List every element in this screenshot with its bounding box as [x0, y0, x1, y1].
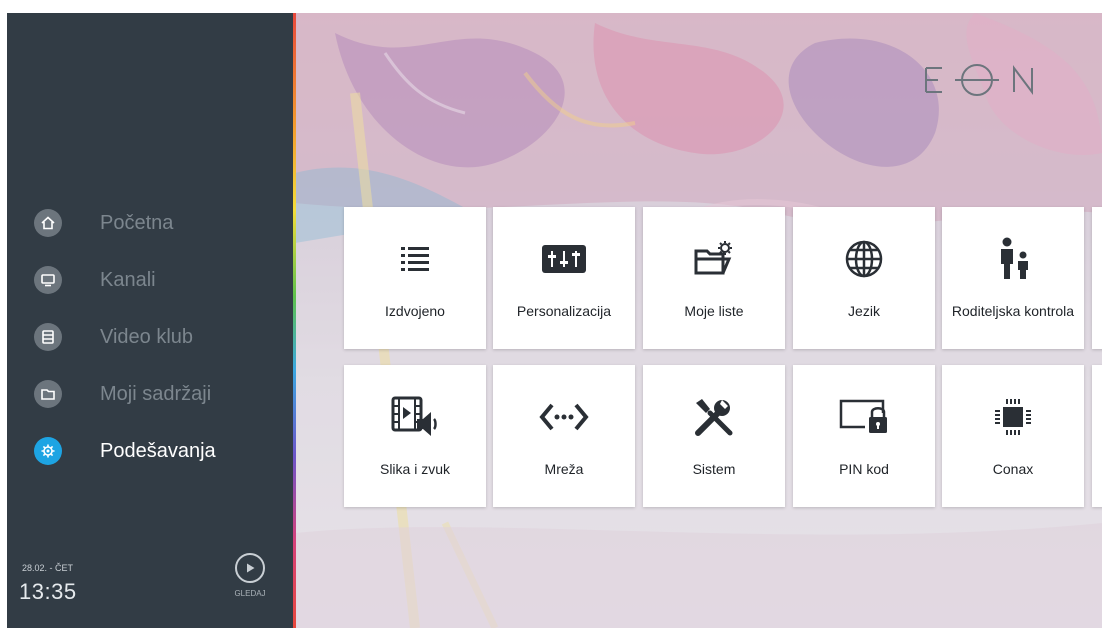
parent-child-icon [942, 237, 1084, 281]
folder-icon [34, 380, 62, 408]
tile-conax[interactable]: Conax [942, 365, 1084, 507]
clock: 13:35 [19, 579, 77, 604]
screen-lock-icon [793, 395, 935, 439]
list-icon [344, 237, 486, 281]
tile-moje-liste[interactable]: Moje liste [643, 207, 785, 349]
tile-slika-i-zvuk[interactable]: Slika i zvuk [344, 365, 486, 507]
watch-label: GLEDAJ [234, 589, 266, 598]
tile-label: Jezik [848, 303, 880, 319]
tile-label: Izdvojeno [385, 303, 445, 319]
play-icon [235, 553, 265, 583]
nav-item-kanali[interactable]: Kanali [34, 260, 274, 300]
tile-partial[interactable] [1092, 365, 1102, 507]
gear-icon [34, 437, 62, 465]
tile-label: Personalizacija [516, 303, 612, 319]
rainbow-divider [293, 13, 296, 628]
tv-icon [34, 266, 62, 294]
nav-item-podesavanja[interactable]: Podešavanja [34, 431, 274, 471]
tile-label: PIN kod [839, 461, 889, 477]
nav-label: Kanali [100, 268, 156, 291]
chip-icon [942, 395, 1084, 439]
tile-izdvojeno[interactable]: Izdvojeno [344, 207, 486, 349]
tile-mreza[interactable]: Mreža [493, 365, 635, 507]
equalizer-icon [493, 237, 635, 281]
tile-partial[interactable] [1092, 207, 1102, 349]
tile-personalizacija[interactable]: Personalizacija [493, 207, 635, 349]
eon-logo [922, 60, 1042, 100]
tile-label: Roditeljska kontrola [951, 303, 1075, 319]
nav-label: Podešavanja [100, 439, 216, 462]
nav-item-pocetna[interactable]: Početna [34, 203, 274, 243]
nav-label: Video klub [100, 325, 194, 348]
nav-item-moji-sadrzaji[interactable]: Moji sadržaji [34, 374, 274, 414]
tile-label: Conax [992, 461, 1034, 477]
nav-label: Moji sadržaji [100, 382, 212, 405]
network-arrows-icon [493, 395, 635, 439]
watch-button[interactable]: GLEDAJ [225, 553, 275, 613]
video-sound-icon [344, 395, 486, 439]
tile-label: Mreža [544, 461, 584, 477]
folder-settings-icon [643, 237, 785, 281]
sidebar: Početna Kanali Video klub Moji sadržaji [7, 13, 293, 628]
tile-sistem[interactable]: Sistem [643, 365, 785, 507]
tile-label: Sistem [692, 461, 736, 477]
tv-screen: Početna Kanali Video klub Moji sadržaji [7, 13, 1102, 628]
tile-pin-kod[interactable]: PIN kod [793, 365, 935, 507]
film-icon [34, 323, 62, 351]
tile-roditeljska-kontrola[interactable]: Roditeljska kontrola [942, 207, 1084, 349]
tile-jezik[interactable]: Jezik [793, 207, 935, 349]
tools-icon [643, 395, 785, 439]
nav-label: Početna [100, 211, 174, 234]
tile-label: Moje liste [684, 303, 744, 319]
date-label: 28.02. - ČET [22, 563, 74, 573]
nav-item-video-klub[interactable]: Video klub [34, 317, 274, 357]
tile-label: Slika i zvuk [379, 461, 451, 477]
globe-icon [793, 237, 935, 281]
home-icon [34, 209, 62, 237]
